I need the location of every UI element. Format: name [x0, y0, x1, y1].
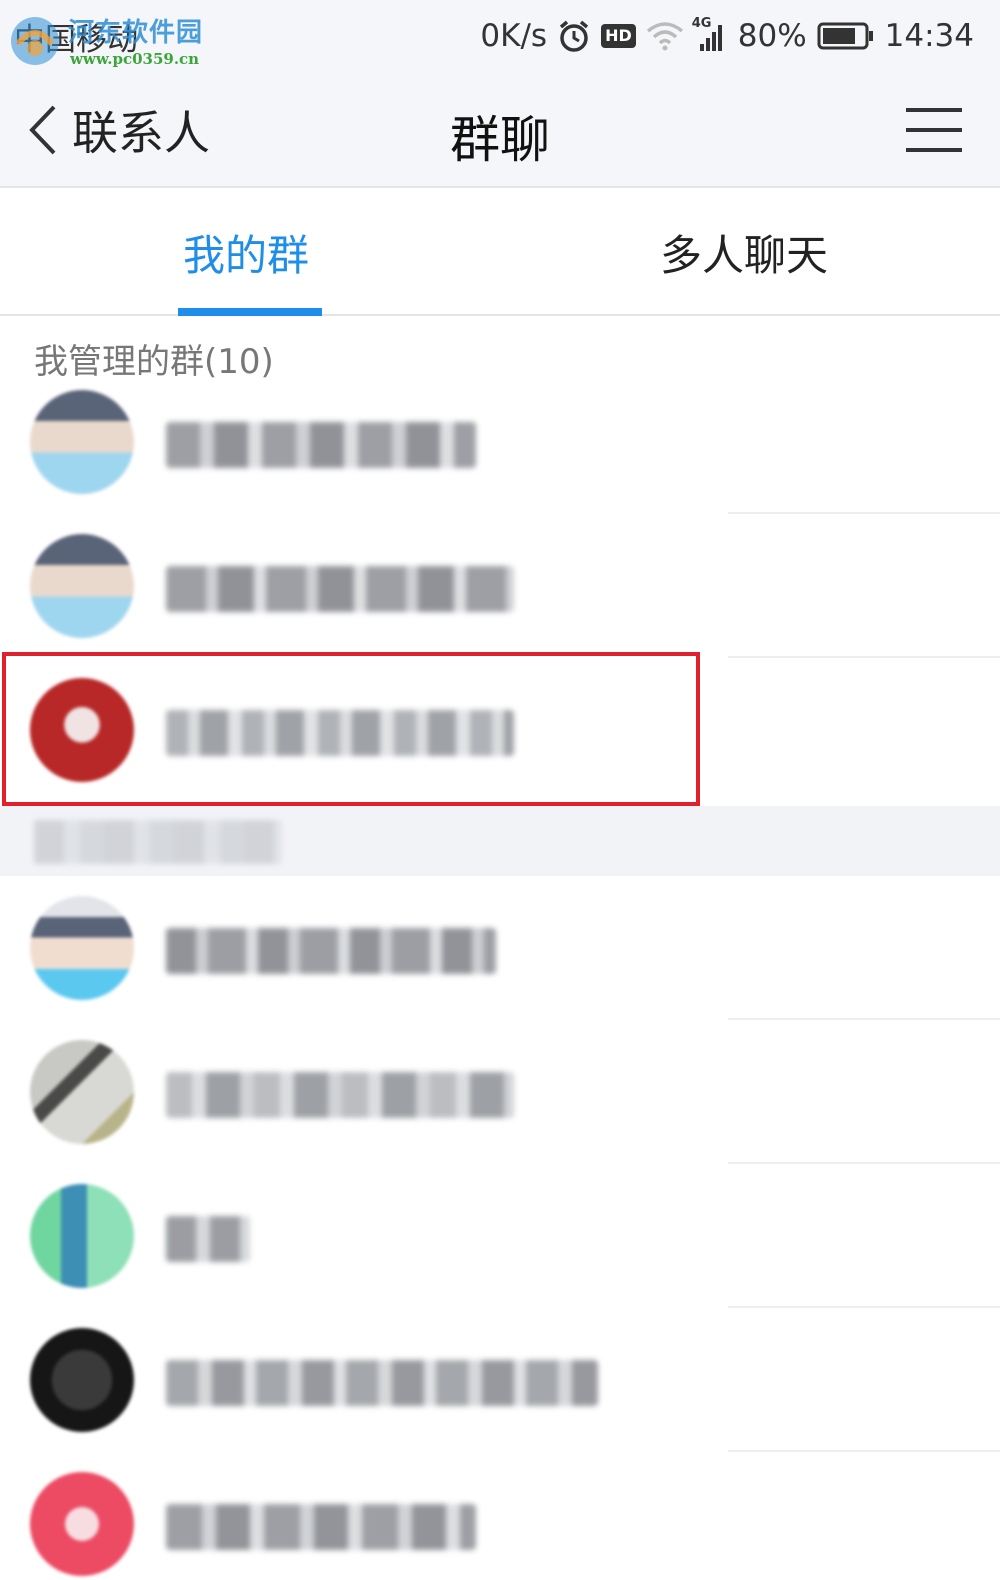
group-row[interactable]	[0, 370, 1000, 514]
tab-multi-person-chat[interactable]: 多人聊天	[500, 188, 1000, 316]
group-name-blurred	[166, 710, 514, 756]
group-row[interactable]	[0, 876, 1000, 1020]
menu-button[interactable]	[904, 100, 964, 160]
group-name-blurred	[166, 1216, 250, 1262]
battery-percent: 80%	[737, 18, 807, 54]
group-avatar	[30, 390, 134, 494]
nav-bar: 联系人 群聊	[0, 72, 1000, 188]
watermark-logo-icon	[11, 17, 59, 65]
group-avatar	[30, 1472, 134, 1576]
wifi-icon	[646, 22, 683, 51]
status-icons: 0K/s HD 4G 80% 14:34	[480, 14, 974, 58]
group-name-blurred	[166, 1360, 598, 1406]
tab-my-groups[interactable]: 我的群	[0, 188, 500, 316]
back-label: 联系人	[72, 106, 210, 160]
chevron-left-icon	[29, 105, 56, 155]
active-tab-indicator	[178, 308, 322, 316]
group-avatar	[30, 1328, 134, 1432]
group-avatar	[30, 896, 134, 1000]
group-row[interactable]	[0, 514, 1000, 658]
cellular-signal: 4G	[692, 16, 728, 52]
battery-icon	[817, 22, 873, 50]
group-avatar	[30, 1040, 134, 1144]
group-row[interactable]	[0, 1164, 1000, 1308]
group-avatar	[30, 1184, 134, 1288]
clock-time: 14:34	[884, 18, 974, 54]
group-name-blurred	[166, 1504, 476, 1550]
group-avatar	[30, 534, 134, 638]
group-row[interactable]	[0, 1020, 1000, 1164]
hamburger-menu-icon	[906, 108, 962, 152]
group-row-highlighted[interactable]	[0, 658, 1000, 802]
group-name-blurred	[166, 566, 514, 612]
network-speed: 0K/s	[480, 18, 548, 54]
group-row[interactable]	[0, 1452, 1000, 1580]
group-name-blurred	[166, 422, 476, 468]
group-avatar	[30, 678, 134, 782]
status-bar: 中国移动 河东软件园 www.pc0359.cn 0K/s HD 4G 80% …	[0, 0, 1000, 72]
alarm-clock-icon	[559, 20, 589, 52]
watermark-url: www.pc0359.cn	[70, 50, 200, 68]
section-divider-bar	[0, 806, 1000, 876]
group-row[interactable]	[0, 1308, 1000, 1452]
group-name-blurred	[166, 928, 496, 974]
back-button[interactable]: 联系人	[26, 94, 210, 166]
watermark-text: 河东软件园	[68, 18, 204, 48]
tab-bar: 我的群 多人聊天	[0, 188, 1000, 316]
section-header-blurred	[34, 820, 282, 864]
group-name-blurred	[166, 1072, 514, 1118]
network-type: 4G	[691, 16, 712, 31]
watermark: 河东软件园 www.pc0359.cn	[4, 8, 214, 70]
hd-badge: HD	[601, 24, 636, 48]
